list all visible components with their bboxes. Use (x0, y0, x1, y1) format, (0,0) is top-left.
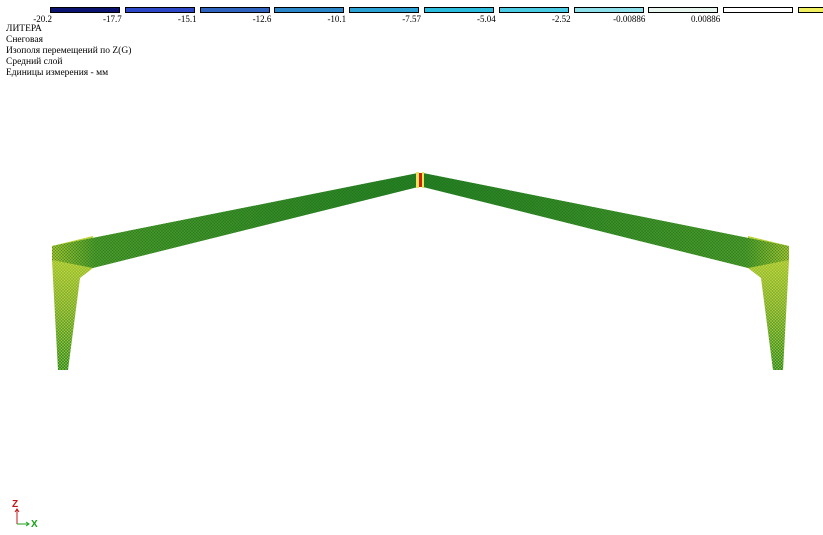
axis-indicator: Z X (10, 496, 50, 530)
z-axis-label: Z (12, 499, 18, 510)
frame-model (52, 172, 789, 370)
right-rafter (423, 173, 789, 268)
ridge-joint (416, 172, 424, 188)
x-axis-label: X (31, 519, 38, 530)
left-rafter (52, 173, 418, 268)
